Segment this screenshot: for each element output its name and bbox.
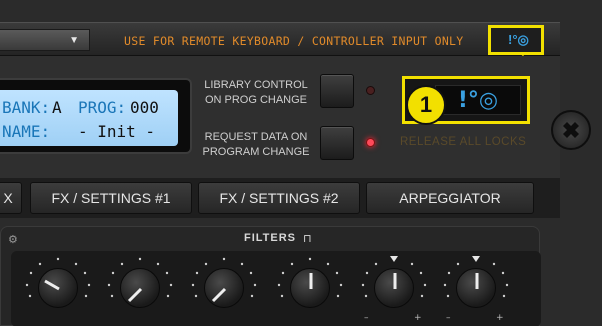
lock-indicator-callout[interactable]: !°◎ [488, 25, 544, 55]
knob-pointer [475, 273, 479, 289]
lock-status-display[interactable]: !°◎ [435, 85, 521, 115]
filter-knob-6[interactable] [456, 268, 496, 308]
padlock-open-icon[interactable]: ⊓ [303, 232, 312, 245]
knob-pointer [44, 279, 60, 291]
bank-label: BANK: [2, 98, 51, 117]
remote-input-dropdown[interactable]: ▼ [0, 29, 90, 51]
callout-number-badge: 1 [406, 85, 446, 125]
request-data-button[interactable] [320, 126, 354, 160]
prog-value: 000 [130, 98, 159, 117]
filters-title: FILTERS [244, 232, 297, 244]
filter-knob-1[interactable] [38, 268, 78, 308]
knob-pointer [211, 287, 227, 303]
section-tab-bar: X FX / SETTINGS #1 FX / SETTINGS #2 ARPE… [0, 178, 560, 218]
program-lcd: BANK: A PROG: 000 NAME: - Init - [0, 78, 192, 154]
filter-knob-2[interactable] [120, 268, 160, 308]
library-control-label: LIBRARY CONTROL ON PROG CHANGE [196, 78, 316, 108]
knob-pointer [309, 273, 313, 289]
panel-screw-icon [551, 110, 591, 150]
library-control-label-line1: LIBRARY CONTROL [204, 79, 308, 91]
chevron-down-icon[interactable]: ▼ [69, 35, 79, 46]
bank-value: A [52, 98, 62, 117]
prog-label: PROG: [78, 98, 127, 117]
filter-knob-4[interactable] [290, 268, 330, 308]
request-data-led [366, 138, 375, 147]
knob-pointer [393, 273, 397, 289]
filter-knob-3[interactable] [204, 268, 244, 308]
screw-cross-icon [563, 122, 579, 138]
tab-arpeggiator[interactable]: ARPEGGIATOR [366, 182, 534, 214]
release-all-locks-label[interactable]: RELEASE ALL LOCKS [400, 136, 526, 148]
lock-status-icon[interactable]: !°◎ [508, 32, 529, 48]
library-control-led [366, 86, 375, 95]
lock-status-large-icon[interactable]: !°◎ [458, 88, 498, 113]
gear-icon[interactable]: ⚙ [8, 233, 18, 246]
request-data-label-line1: REQUEST DATA ON [204, 131, 308, 143]
tab-fx-settings-1[interactable]: FX / SETTINGS #1 [30, 182, 192, 214]
name-value: - Init - [78, 122, 156, 141]
remote-input-hint: USE FOR REMOTE KEYBOARD / CONTROLLER INP… [124, 34, 464, 48]
tab-partial[interactable]: X [0, 182, 22, 214]
remote-input-bar: ▼ USE FOR REMOTE KEYBOARD / CONTROLLER I… [0, 22, 560, 56]
name-label: NAME: [2, 122, 51, 141]
filter-knob-5[interactable] [374, 268, 414, 308]
request-data-label: REQUEST DATA ON PROGRAM CHANGE [196, 130, 316, 160]
request-data-label-line2: PROGRAM CHANGE [202, 146, 310, 158]
tab-fx-settings-2[interactable]: FX / SETTINGS #2 [198, 182, 360, 214]
library-control-label-line2: ON PROG CHANGE [204, 94, 308, 106]
library-control-button[interactable] [320, 74, 354, 108]
knob-pointer [127, 287, 143, 303]
